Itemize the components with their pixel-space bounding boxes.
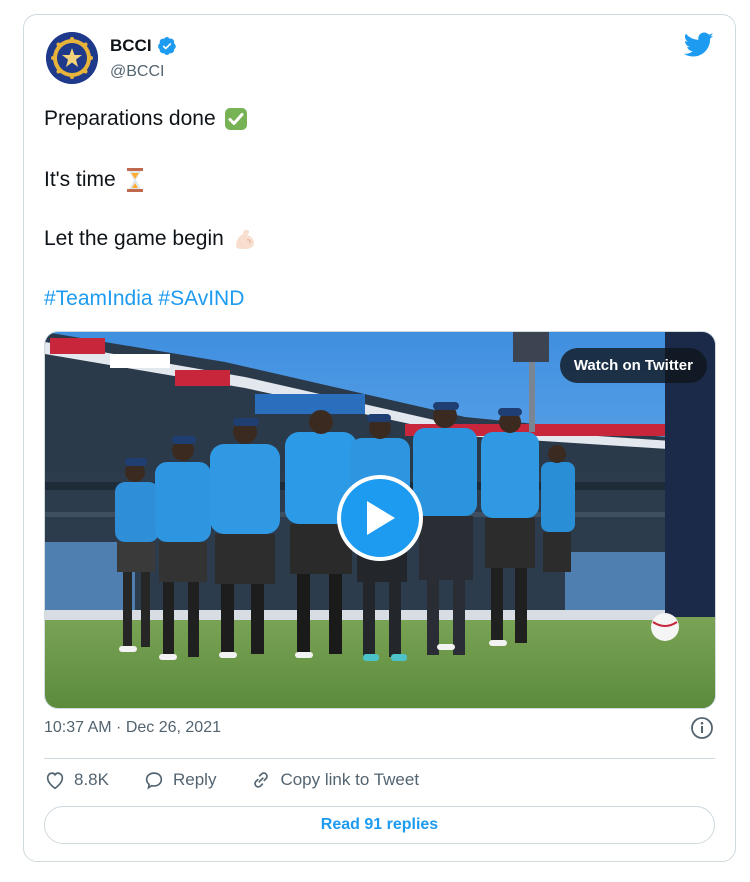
avatar[interactable]: [46, 32, 98, 84]
info-icon[interactable]: [690, 716, 714, 740]
tweet-card[interactable]: BCCI @BCCI Preparations done It's time L…: [23, 14, 736, 862]
flexed-biceps-emoji-icon: [235, 229, 254, 249]
tweet-line-1: Preparations done: [44, 107, 248, 131]
hourglass-emoji-icon: [126, 168, 143, 192]
reply-button[interactable]: Reply: [143, 769, 216, 791]
verified-badge-icon: [157, 37, 176, 55]
play-button[interactable]: [337, 475, 423, 561]
copy-link-button[interactable]: Copy link to Tweet: [250, 769, 419, 791]
tweet-timestamp[interactable]: 10:37 AM · Dec 26, 2021: [44, 719, 221, 737]
link-icon: [254, 772, 269, 788]
tweet-line-3: Let the game begin: [44, 227, 258, 251]
heart-icon: [46, 772, 64, 790]
reply-label: Reply: [172, 770, 217, 789]
check-mark-button-emoji-icon: [224, 108, 247, 130]
tweet-line-2: It's time: [44, 167, 146, 193]
like-count: 8.8K: [74, 770, 109, 789]
bcci-logo-icon: [46, 32, 98, 84]
divider: [44, 758, 715, 759]
author-name-row[interactable]: BCCI: [110, 36, 177, 56]
author-handle[interactable]: @BCCI: [110, 63, 164, 81]
tweet-text-1: Preparations done: [44, 107, 216, 130]
like-button[interactable]: 8.8K: [44, 769, 109, 791]
author-name[interactable]: BCCI: [110, 36, 152, 56]
action-bar: 8.8K Reply Copy link to Tweet: [44, 769, 453, 791]
play-icon: [367, 501, 395, 535]
copy-link-label: Copy link to Tweet: [280, 770, 420, 789]
reply-bubble-icon: [145, 772, 163, 790]
twitter-bird-icon[interactable]: [684, 32, 714, 58]
watch-on-twitter-button[interactable]: Watch on Twitter: [559, 348, 707, 383]
video-player[interactable]: Watch on Twitter: [44, 331, 716, 709]
tweet-text-2: It's time: [44, 168, 116, 191]
tweet-text-3: Let the game begin: [44, 227, 224, 250]
read-replies-button[interactable]: Read 91 replies: [44, 806, 715, 844]
hashtags[interactable]: #TeamIndia #SAvIND: [44, 287, 244, 311]
